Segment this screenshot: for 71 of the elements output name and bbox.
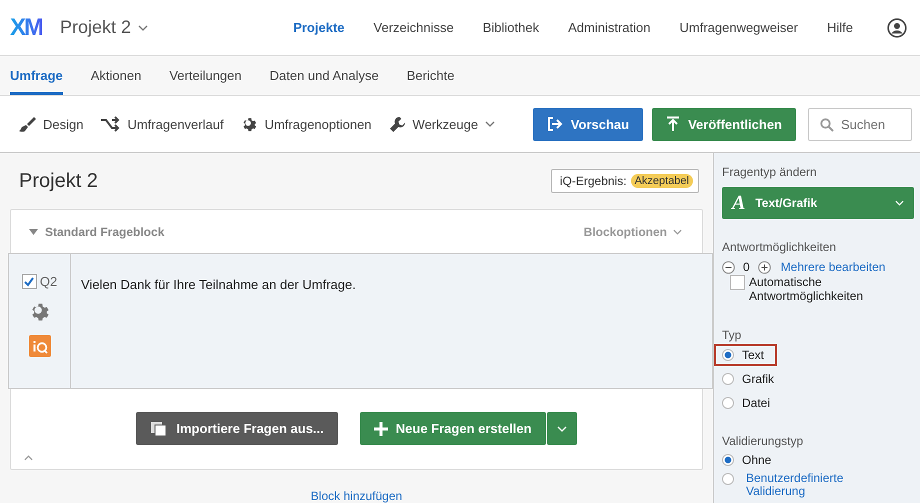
collapse-triangle-icon[interactable] (29, 228, 38, 234)
copy-icon (150, 420, 168, 436)
shuffle-arrows-icon (100, 116, 120, 132)
gear-icon (240, 116, 258, 132)
add-block-link[interactable]: Block hinzufügen (310, 489, 402, 503)
project-title[interactable]: Projekt 2 (60, 17, 132, 38)
user-icon[interactable] (887, 18, 907, 38)
checkbox-label: Automatische Antwortmöglichkeiten (749, 275, 864, 303)
nav-link[interactable]: Administration (568, 20, 650, 35)
preview-button[interactable]: Vorschau (532, 108, 644, 140)
section-heading: Antwortmöglichkeiten (722, 240, 838, 254)
tab[interactable]: Aktionen (90, 56, 142, 95)
question-type-dropdown[interactable]: A Text/Grafik (722, 187, 914, 219)
upload-arrow-icon (666, 116, 680, 132)
question-text[interactable]: Vielen Dank für Ihre Teilnahme an der Umfrage. (81, 277, 356, 388)
radio-label: Ohne (742, 453, 772, 467)
choice-count: 0 (743, 260, 750, 274)
tab[interactable]: Umfrage (10, 56, 63, 95)
import-questions-button[interactable]: Importiere Fragen aus... (136, 412, 338, 445)
tab[interactable]: Berichte (406, 56, 454, 95)
toolbar-item[interactable]: Design (18, 115, 84, 133)
toolbar-item[interactable]: Umfragenoptionen (240, 116, 372, 132)
iq-icon[interactable] (28, 335, 50, 357)
radio-button[interactable] (722, 373, 734, 385)
chevron-down-icon (138, 24, 148, 30)
radio-button[interactable] (722, 349, 734, 361)
block-name: Standard Frageblock (45, 224, 164, 238)
nav-link[interactable]: Umfragenwegweiser (679, 20, 798, 35)
search-icon (820, 118, 834, 132)
section-heading: Typ (722, 328, 742, 342)
nav-link[interactable]: Verzeichnisse (374, 20, 454, 35)
wrench-icon (388, 116, 406, 132)
chevron-down-icon (485, 121, 496, 127)
status-badge: Akzeptabel (630, 174, 693, 188)
minus-icon[interactable] (722, 260, 735, 274)
checkbox[interactable] (22, 274, 37, 289)
brush-icon (18, 115, 36, 133)
chevron-down-icon (895, 200, 904, 206)
publish-button[interactable]: Veröffentlichen (652, 108, 796, 140)
radio-label: Grafik (742, 372, 774, 386)
section-heading: Fragentyp ändern (722, 165, 818, 179)
nav-link[interactable]: Projekte (293, 20, 345, 35)
plus-icon[interactable] (758, 260, 771, 274)
radio-label: Datei (742, 396, 770, 410)
toolbar-item[interactable]: Werkzeuge (388, 116, 496, 132)
toolbar-item[interactable]: Umfragenverlauf (100, 116, 224, 132)
radio-label: Text (742, 348, 764, 362)
tab[interactable]: Verteilungen (169, 56, 242, 95)
collapse-icon[interactable] (24, 455, 33, 461)
iq-score[interactable]: iQ-Ergebnis: Akzeptabel (550, 169, 699, 193)
search-field[interactable]: Suchen (808, 108, 912, 140)
edit-multiple-link[interactable]: Mehrere bearbeiten (780, 260, 886, 274)
chevron-down-icon (673, 228, 682, 234)
question-number: Q2 (40, 274, 58, 289)
exit-arrow-icon (546, 116, 563, 132)
survey-title: Projekt 2 (19, 170, 98, 192)
nav-link[interactable]: Bibliothek (482, 20, 540, 35)
iq-score-label: iQ-Ergebnis: (560, 174, 627, 188)
tab[interactable]: Daten und Analyse (270, 56, 379, 95)
radio-button[interactable] (722, 473, 734, 485)
section-heading: Validierungstyp (722, 434, 804, 448)
nav-link[interactable]: Hilfe (826, 20, 853, 35)
radio-button[interactable] (722, 397, 734, 409)
checkbox[interactable] (730, 275, 745, 290)
plus-icon (374, 422, 388, 436)
chevron-down-icon (556, 426, 567, 432)
dropdown-button[interactable] (546, 412, 577, 445)
question-row[interactable]: Q2 Vielen Dank für Ihre Teilnahme an der Umfrage. (8, 253, 713, 389)
validation-link[interactable]: Benutzerdefinierte Validierung (746, 472, 866, 498)
radio-button[interactable] (722, 454, 734, 466)
new-question-button[interactable]: Neue Fragen erstellen (360, 412, 546, 445)
